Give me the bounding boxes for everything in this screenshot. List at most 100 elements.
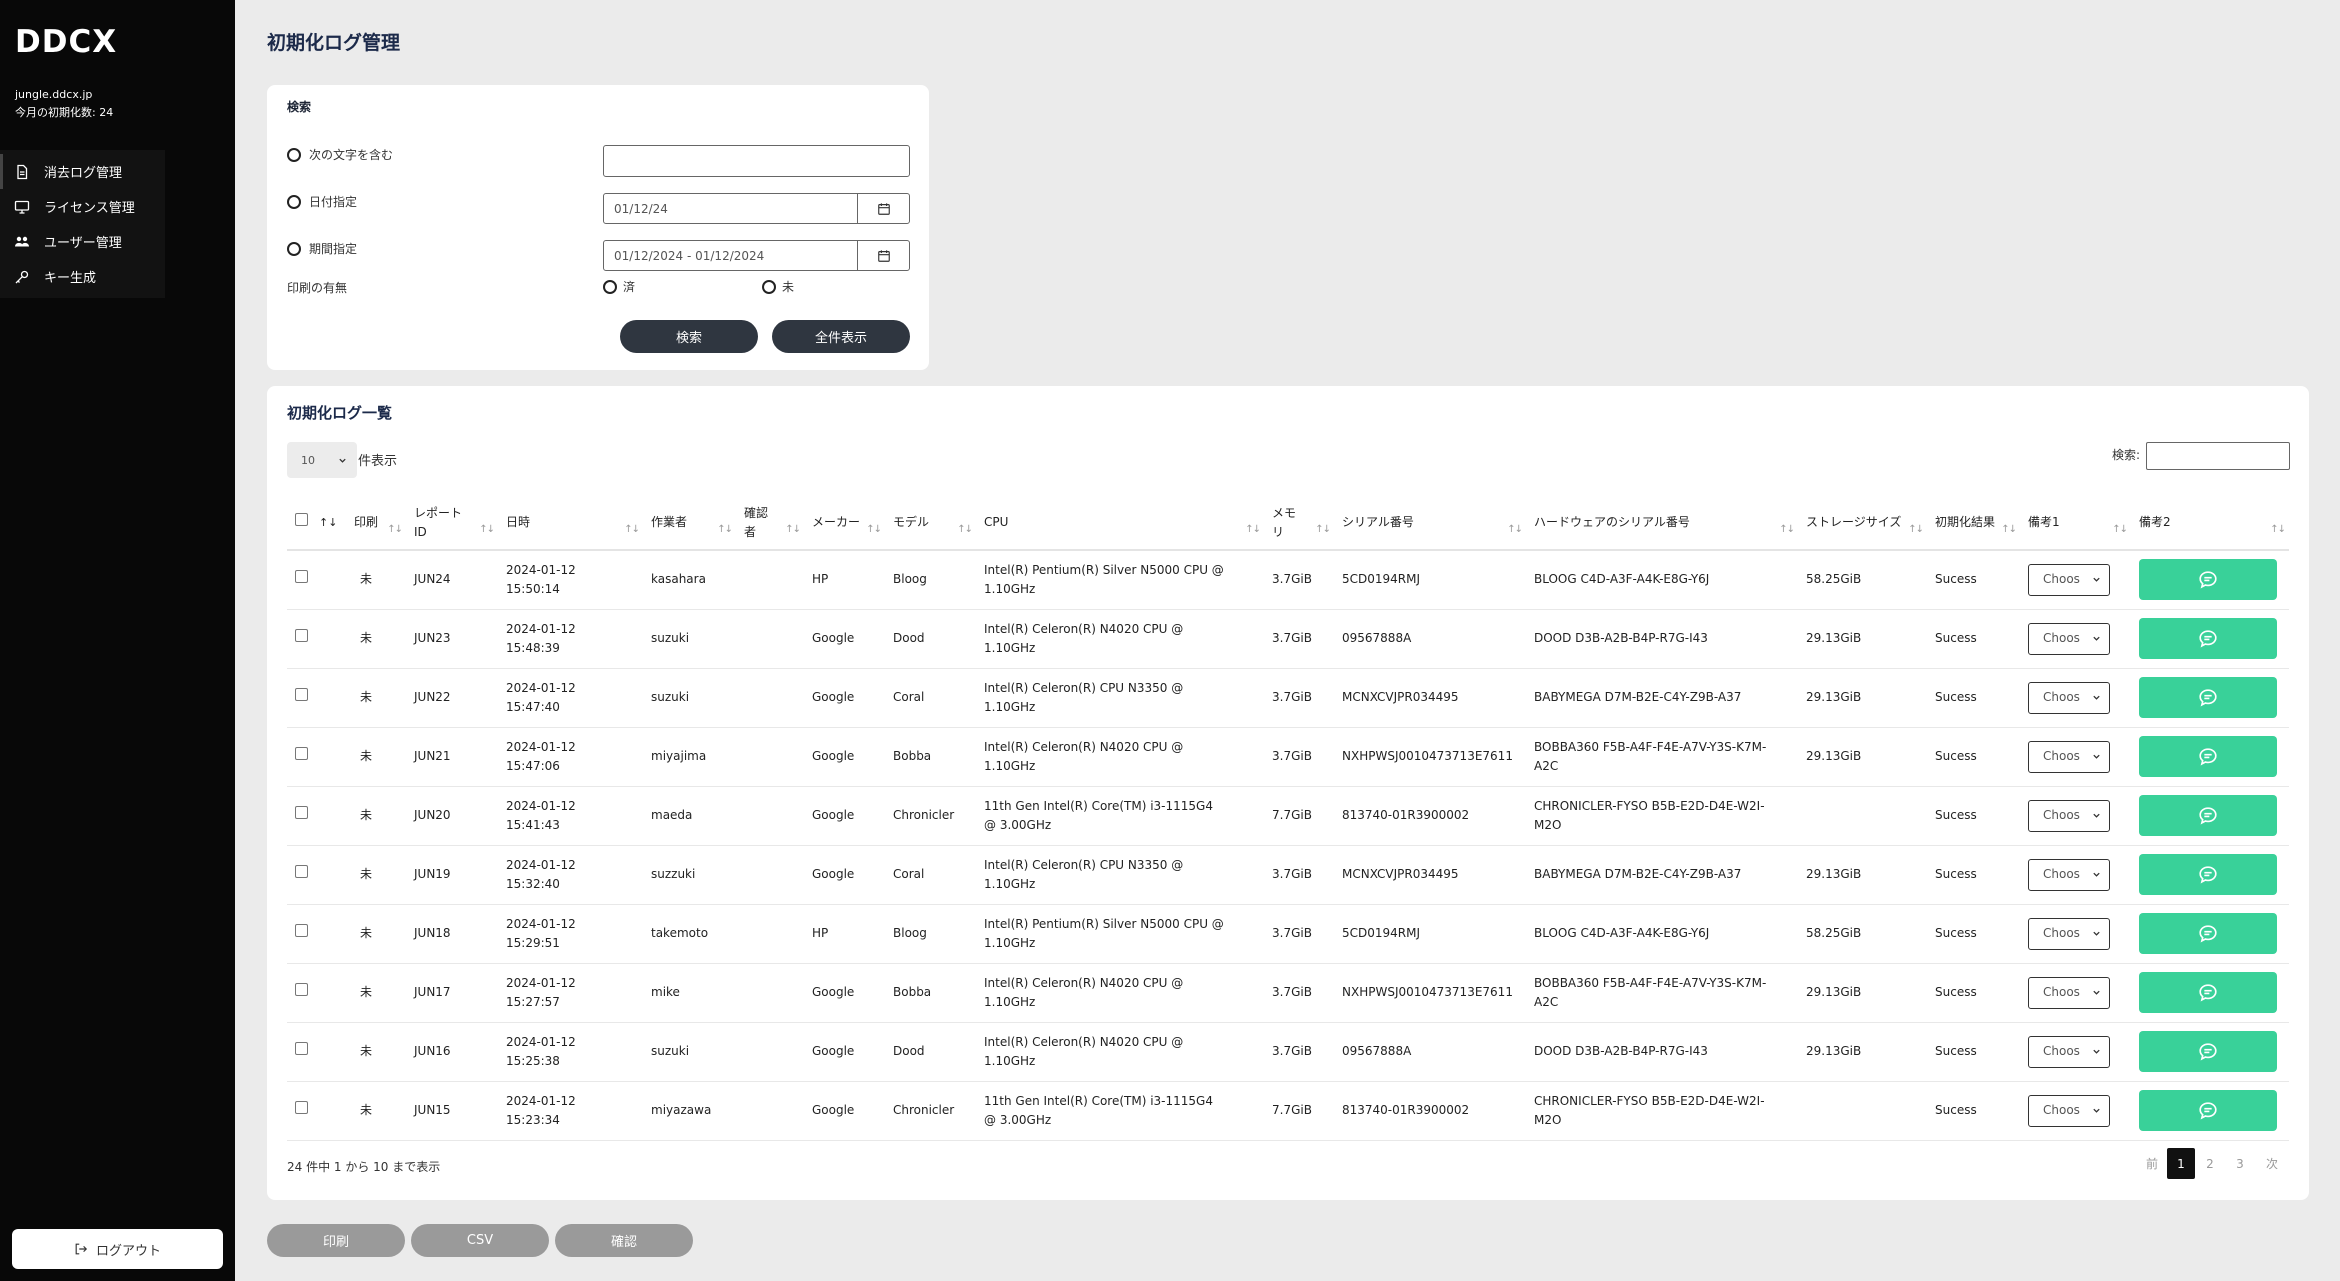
- memo-button[interactable]: [2139, 559, 2277, 601]
- keyword-input[interactable]: [603, 145, 910, 177]
- col-header-cpu[interactable]: CPU ↑↓: [976, 496, 1264, 550]
- memo-button[interactable]: [2139, 795, 2277, 836]
- col-header-note1[interactable]: 備考1 ↑↓: [2020, 496, 2131, 550]
- cell-hw-serial-text: BLOOG C4D-A3F-A4K-E8G-Y6J: [1534, 572, 1710, 587]
- cell-storage: 29.13GiB: [1806, 1044, 1862, 1058]
- cell-maker: Google: [812, 690, 855, 704]
- date-calendar-button[interactable]: [857, 194, 909, 223]
- col-header-storage[interactable]: ストレージサイズ ↑↓: [1798, 496, 1927, 550]
- sidebar-item-erase-log[interactable]: 消去ログ管理: [0, 154, 165, 189]
- row-checkbox[interactable]: [295, 688, 308, 701]
- memo-button[interactable]: [2139, 913, 2277, 954]
- memo-button[interactable]: [2139, 618, 2277, 659]
- row-checkbox[interactable]: [295, 570, 308, 584]
- note1-select[interactable]: Choos: [2028, 976, 2110, 1009]
- radio-circle[interactable]: [287, 147, 301, 162]
- cell-storage: 29.13GiB: [1806, 631, 1862, 645]
- radio-range[interactable]: 期間指定: [287, 240, 357, 257]
- table-row[interactable]: 未 JUN21 2024-01-12 15:47:06 miyajima Google Bo…: [287, 727, 2289, 786]
- table-row[interactable]: 未 JUN20 2024-01-12 15:41:43 maeda Google Chron…: [287, 786, 2289, 845]
- radio-date[interactable]: 日付指定: [287, 193, 357, 210]
- col-header-hw-serial[interactable]: ハードウェアのシリアル番号 ↑↓: [1526, 496, 1798, 550]
- row-checkbox[interactable]: [295, 806, 308, 819]
- date-input[interactable]: 01/12/24: [603, 193, 910, 224]
- pager-page-2[interactable]: 2: [2195, 1148, 2225, 1179]
- radio-circle[interactable]: [287, 241, 301, 256]
- page-size-select[interactable]: 10: [287, 442, 357, 478]
- memo-button[interactable]: [2139, 736, 2277, 777]
- select-all-checkbox[interactable]: [295, 513, 308, 526]
- sidebar-item-key-gen[interactable]: キー生成: [0, 259, 165, 294]
- row-checkbox[interactable]: [295, 865, 308, 878]
- pager-prev[interactable]: 前: [2137, 1148, 2167, 1179]
- table-row[interactable]: 未 JUN15 2024-01-12 15:23:34 miyazawa Google Ch…: [287, 1081, 2289, 1140]
- cell-print: 未: [360, 926, 373, 940]
- sort-header[interactable]: ↑↓: [319, 496, 346, 550]
- cell-model: Dood: [893, 631, 925, 645]
- col-header-note2[interactable]: 備考2 ↑↓: [2131, 496, 2289, 550]
- table-row[interactable]: 未 JUN22 2024-01-12 15:47:40 suzuki Google Cora…: [287, 668, 2289, 727]
- note1-select[interactable]: Choos: [2028, 1035, 2110, 1068]
- col-header-report-id[interactable]: レポートID ↑↓: [406, 496, 498, 550]
- show-all-button[interactable]: 全件表示: [772, 320, 910, 353]
- table-row[interactable]: 未 JUN17 2024-01-12 15:27:57 mike Google Bobba I…: [287, 963, 2289, 1022]
- sidebar-item-license[interactable]: ライセンス管理: [0, 189, 165, 224]
- row-checkbox[interactable]: [295, 1101, 308, 1114]
- radio-circle[interactable]: [762, 279, 776, 294]
- row-checkbox[interactable]: [295, 924, 308, 937]
- pager-page-3[interactable]: 3: [2225, 1148, 2255, 1179]
- table-row[interactable]: 未 JUN24 2024-01-12 15:50:14 kasahara HP Bloog I…: [287, 550, 2289, 609]
- memo-button[interactable]: [2139, 972, 2277, 1013]
- radio-circle[interactable]: [287, 194, 301, 209]
- col-header-result[interactable]: 初期化結果 ↑↓: [1927, 496, 2020, 550]
- search-button[interactable]: 検索: [620, 320, 758, 353]
- row-checkbox[interactable]: [295, 983, 308, 996]
- pager-page-1[interactable]: 1: [2167, 1148, 2195, 1179]
- col-header-datetime[interactable]: 日時 ↑↓: [498, 496, 643, 550]
- radio-circle[interactable]: [603, 279, 617, 294]
- col-header-checker[interactable]: 確認者 ↑↓: [736, 496, 804, 550]
- cell-serial: MCNXCVJPR034495: [1342, 690, 1459, 704]
- col-header-memory[interactable]: メモリ ↑↓: [1264, 496, 1334, 550]
- table-search-input[interactable]: [2146, 442, 2290, 470]
- table-row[interactable]: 未 JUN19 2024-01-12 15:32:40 suzzuki Google Cor…: [287, 845, 2289, 904]
- cell-storage: [1798, 1081, 1927, 1140]
- memo-button[interactable]: [2139, 854, 2277, 895]
- memo-button[interactable]: [2139, 1031, 2277, 1072]
- note1-select[interactable]: Choos: [2028, 681, 2110, 714]
- table-row[interactable]: 未 JUN18 2024-01-12 15:29:51 takemoto HP Bloog I…: [287, 904, 2289, 963]
- col-header-serial[interactable]: シリアル番号 ↑↓: [1334, 496, 1526, 550]
- table-row[interactable]: 未 JUN16 2024-01-12 15:25:38 suzuki Google Dood…: [287, 1022, 2289, 1081]
- confirm-button[interactable]: 確認: [555, 1224, 693, 1257]
- row-checkbox[interactable]: [295, 629, 308, 642]
- range-input[interactable]: 01/12/2024 - 01/12/2024: [603, 240, 910, 271]
- cell-model: Bobba: [893, 985, 932, 999]
- row-checkbox[interactable]: [295, 747, 308, 760]
- note1-select[interactable]: Choos: [2028, 1094, 2110, 1127]
- note1-select[interactable]: Choos: [2028, 740, 2110, 773]
- range-calendar-button[interactable]: [857, 241, 909, 270]
- print-button[interactable]: 印刷: [267, 1224, 405, 1257]
- col-header-worker[interactable]: 作業者 ↑↓: [643, 496, 736, 550]
- note1-select[interactable]: Choos: [2028, 563, 2110, 596]
- col-header-model[interactable]: モデル ↑↓: [885, 496, 976, 550]
- csv-button[interactable]: CSV: [411, 1224, 549, 1257]
- memo-button[interactable]: [2139, 1090, 2277, 1131]
- col-header-maker[interactable]: メーカー ↑↓: [804, 496, 885, 550]
- col-header-print[interactable]: 印刷 ↑↓: [346, 496, 406, 550]
- col-header-label: 印刷: [354, 515, 379, 529]
- note1-select[interactable]: Choos: [2028, 858, 2110, 891]
- note1-select[interactable]: Choos: [2028, 917, 2110, 950]
- select-all-header[interactable]: [287, 496, 319, 550]
- table-row[interactable]: 未 JUN23 2024-01-12 15:48:39 suzuki Google Dood…: [287, 609, 2289, 668]
- radio-not-printed[interactable]: 未: [762, 278, 794, 295]
- logout-button[interactable]: ログアウト: [12, 1229, 223, 1269]
- radio-printed[interactable]: 済: [603, 278, 635, 295]
- note1-select[interactable]: Choos: [2028, 622, 2110, 655]
- pager-next[interactable]: 次: [2255, 1148, 2289, 1179]
- radio-contains[interactable]: 次の文字を含む: [287, 146, 393, 163]
- note1-select[interactable]: Choos: [2028, 799, 2110, 832]
- row-checkbox[interactable]: [295, 1042, 308, 1055]
- sidebar-item-users[interactable]: ユーザー管理: [0, 224, 165, 259]
- memo-button[interactable]: [2139, 677, 2277, 718]
